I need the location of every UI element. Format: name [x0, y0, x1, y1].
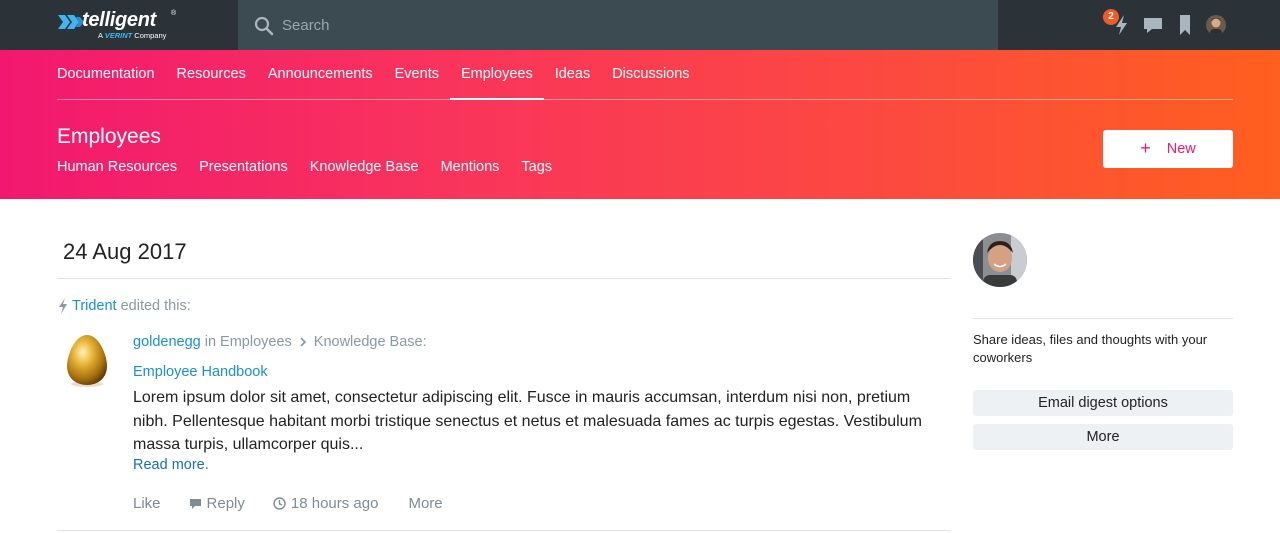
nav-discussions[interactable]: Discussions: [612, 50, 689, 100]
email-digest-button[interactable]: Email digest options: [973, 390, 1233, 416]
search-input[interactable]: [282, 0, 982, 50]
like-button[interactable]: Like: [133, 495, 161, 512]
activity-action-text: edited this:: [120, 298, 191, 314]
logo-chevrons-icon: [58, 15, 84, 29]
post-divider: [57, 530, 951, 531]
author-link[interactable]: goldenegg: [133, 334, 201, 350]
chevron-right-icon: [300, 337, 306, 347]
group-avatar-image: [973, 233, 1027, 287]
subnav-presentations[interactable]: Presentations: [199, 159, 288, 175]
date-divider: [57, 278, 951, 279]
read-more-link[interactable]: Read more.: [133, 457, 209, 473]
page-title: Employees: [57, 125, 161, 148]
notifications-badge: 2: [1103, 9, 1119, 25]
activity-user-link[interactable]: Trident: [72, 298, 117, 314]
main-nav: Documentation Resources Announcements Ev…: [57, 50, 712, 100]
post-actions: Like Reply 18 hours ago More: [133, 495, 443, 512]
reply-icon: [189, 499, 201, 509]
nav-resources[interactable]: Resources: [177, 50, 246, 100]
timestamp[interactable]: 18 hours ago: [273, 495, 379, 512]
top-bar: telligent ® A VERINT Company 2: [0, 0, 1280, 50]
in-text: in: [204, 334, 217, 350]
nav-events[interactable]: Events: [395, 50, 439, 100]
sidebar-more-button[interactable]: More: [973, 424, 1233, 450]
post-title-link[interactable]: Employee Handbook: [133, 364, 268, 380]
telligent-logo[interactable]: telligent ® A VERINT Company: [58, 9, 188, 43]
group-link[interactable]: Employees: [220, 334, 292, 350]
search-icon: [254, 16, 274, 36]
reply-button[interactable]: Reply: [189, 495, 245, 512]
group-avatar[interactable]: [973, 233, 1027, 287]
subnav-tags[interactable]: Tags: [521, 159, 552, 175]
activity-bolt-icon: [59, 298, 67, 314]
group-description: Share ideas, files and thoughts with you…: [973, 332, 1208, 365]
activity-line: Trident edited this:: [58, 298, 191, 314]
new-button[interactable]: + New: [1103, 130, 1233, 168]
post-meta: goldenegg in Employees Knowledge Base:: [133, 334, 427, 350]
nav-employees[interactable]: Employees: [450, 50, 544, 100]
clock-icon: [273, 497, 286, 510]
logo-tagline: A VERINT Company: [98, 31, 167, 40]
subnav-knowledge-base[interactable]: Knowledge Base: [310, 159, 419, 175]
nav-announcements[interactable]: Announcements: [268, 50, 373, 100]
plus-icon: +: [1140, 137, 1151, 158]
section-link[interactable]: Knowledge Base:: [314, 334, 427, 350]
date-heading: 24 Aug 2017: [63, 239, 187, 264]
new-button-label: New: [1166, 141, 1196, 157]
author-avatar[interactable]: [64, 333, 110, 388]
sidebar-divider: [973, 318, 1233, 319]
bookmark-icon[interactable]: [1173, 13, 1197, 37]
user-avatar-image: [1206, 15, 1226, 35]
group-header: Documentation Resources Announcements Ev…: [0, 50, 1280, 199]
nav-ideas[interactable]: Ideas: [555, 50, 590, 100]
logo-wordmark: telligent: [82, 9, 156, 31]
timestamp-label: 18 hours ago: [290, 495, 379, 512]
nav-divider: [57, 99, 1233, 100]
subnav-mentions[interactable]: Mentions: [441, 159, 500, 175]
nav-documentation[interactable]: Documentation: [57, 50, 155, 100]
user-avatar[interactable]: [1206, 15, 1226, 35]
reply-label: Reply: [206, 495, 245, 512]
post-more-button[interactable]: More: [408, 495, 442, 512]
search-bar[interactable]: [238, 0, 998, 50]
messages-icon[interactable]: [1141, 13, 1165, 37]
golden-egg-image: [67, 335, 107, 387]
post-excerpt: Lorem ipsum dolor sit amet, consectetur …: [133, 389, 922, 453]
sub-nav: Human Resources Presentations Knowledge …: [57, 159, 574, 175]
logo-trademark: ®: [171, 10, 177, 17]
subnav-human-resources[interactable]: Human Resources: [57, 159, 177, 175]
